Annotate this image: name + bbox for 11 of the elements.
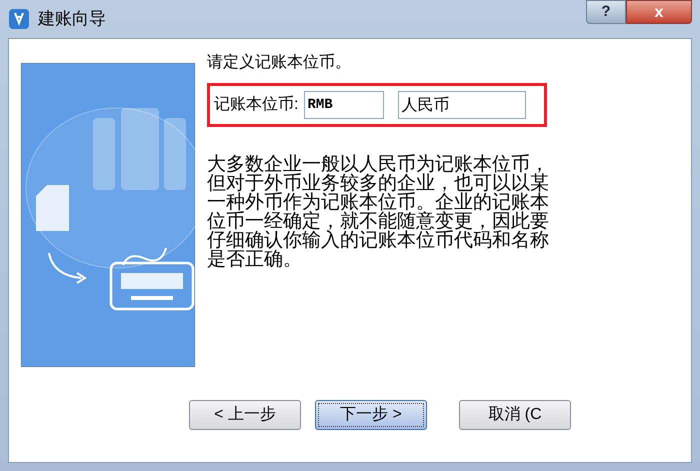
app-logo-icon bbox=[8, 8, 30, 30]
heading-text: 请定义记账本位币。 bbox=[207, 52, 351, 73]
help-button[interactable]: ? bbox=[586, 0, 626, 24]
currency-name-field[interactable]: 人民币 bbox=[398, 91, 526, 119]
next-button[interactable]: 下一步 > bbox=[315, 400, 427, 430]
window-title: 建账向导 bbox=[38, 8, 106, 30]
currency-code-field[interactable]: RMB bbox=[304, 91, 384, 119]
cancel-button[interactable]: 取消 (C bbox=[459, 400, 571, 430]
description-text: 大多数企业一般以人民币为记账本位币，但对于外币业务较多的企业，也可以以某一种外币作为记账本位币。企业的记账本位币一经确定，就不能随意变更，因此要仔细确认你输入的记账本位币代码和名称是否正确。 bbox=[207, 155, 550, 269]
back-button[interactable]: < 上一步 bbox=[189, 400, 301, 430]
currency-label: 记账本位币: bbox=[214, 94, 298, 115]
